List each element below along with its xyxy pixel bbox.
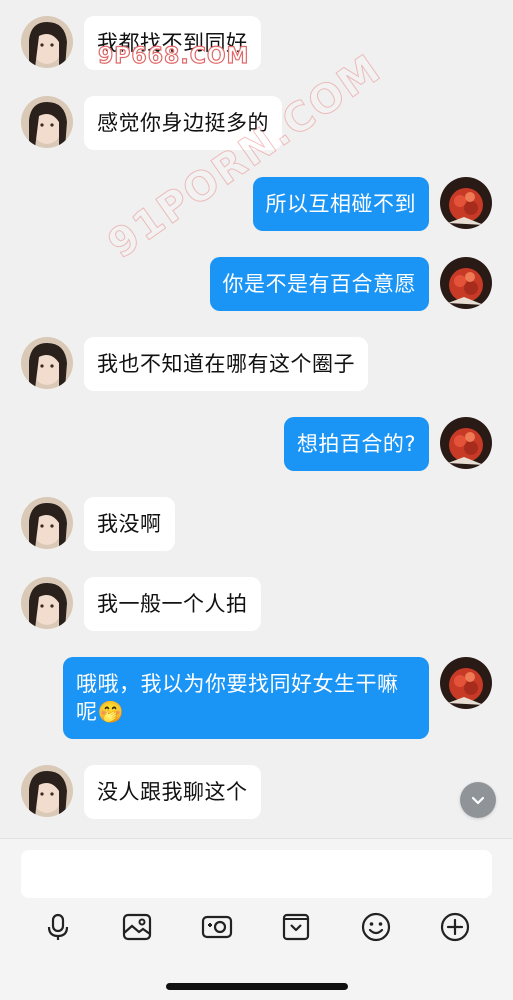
emoji-icon[interactable] <box>356 907 396 947</box>
message-bubble[interactable]: 所以互相碰不到 <box>252 177 429 231</box>
message-bubble[interactable]: 我没啊 <box>84 497 175 551</box>
scroll-to-bottom-button[interactable] <box>460 782 496 818</box>
plus-icon[interactable] <box>435 907 475 947</box>
sticker-icon[interactable] <box>276 907 316 947</box>
composer-bar <box>0 838 513 1000</box>
contact-avatar[interactable] <box>21 96 73 148</box>
camera-icon[interactable] <box>197 907 237 947</box>
my-avatar[interactable] <box>440 177 492 229</box>
contact-avatar[interactable] <box>21 577 73 629</box>
message-bubble[interactable]: 我一般一个人拍 <box>84 577 261 631</box>
contact-avatar[interactable] <box>21 497 73 549</box>
my-avatar[interactable] <box>440 257 492 309</box>
message-bubble[interactable]: 想拍百合的? <box>283 417 429 471</box>
message-bubble[interactable]: 没人跟我聊这个 <box>84 765 261 819</box>
microphone-icon[interactable] <box>38 907 78 947</box>
contact-avatar[interactable] <box>21 16 73 68</box>
message-bubble[interactable]: 感觉你身边挺多的 <box>84 96 282 150</box>
home-indicator <box>166 983 348 990</box>
message-bubble[interactable]: 哦哦，我以为你要找同好女生干嘛呢🤭 <box>63 657 429 739</box>
message-bubble[interactable]: 你是不是有百合意愿 <box>209 257 429 311</box>
my-avatar[interactable] <box>440 417 492 469</box>
chevron-down-icon <box>471 796 485 805</box>
message-list[interactable]: 我都找不到同好 感觉你身边挺多的 所以互相碰不到 你是不是有百合意愿 我也不知道… <box>0 0 513 838</box>
message-bubble[interactable]: 我也不知道在哪有这个圈子 <box>84 337 368 391</box>
message-input[interactable] <box>21 850 492 898</box>
my-avatar[interactable] <box>440 657 492 709</box>
watermark-diagonal: 91PORN.COM <box>100 45 391 268</box>
contact-avatar[interactable] <box>21 337 73 389</box>
image-icon[interactable] <box>117 907 157 947</box>
message-bubble[interactable]: 我都找不到同好 <box>84 16 261 70</box>
contact-avatar[interactable] <box>21 765 73 817</box>
chat-screen: 我都找不到同好 感觉你身边挺多的 所以互相碰不到 你是不是有百合意愿 我也不知道… <box>0 0 513 1000</box>
